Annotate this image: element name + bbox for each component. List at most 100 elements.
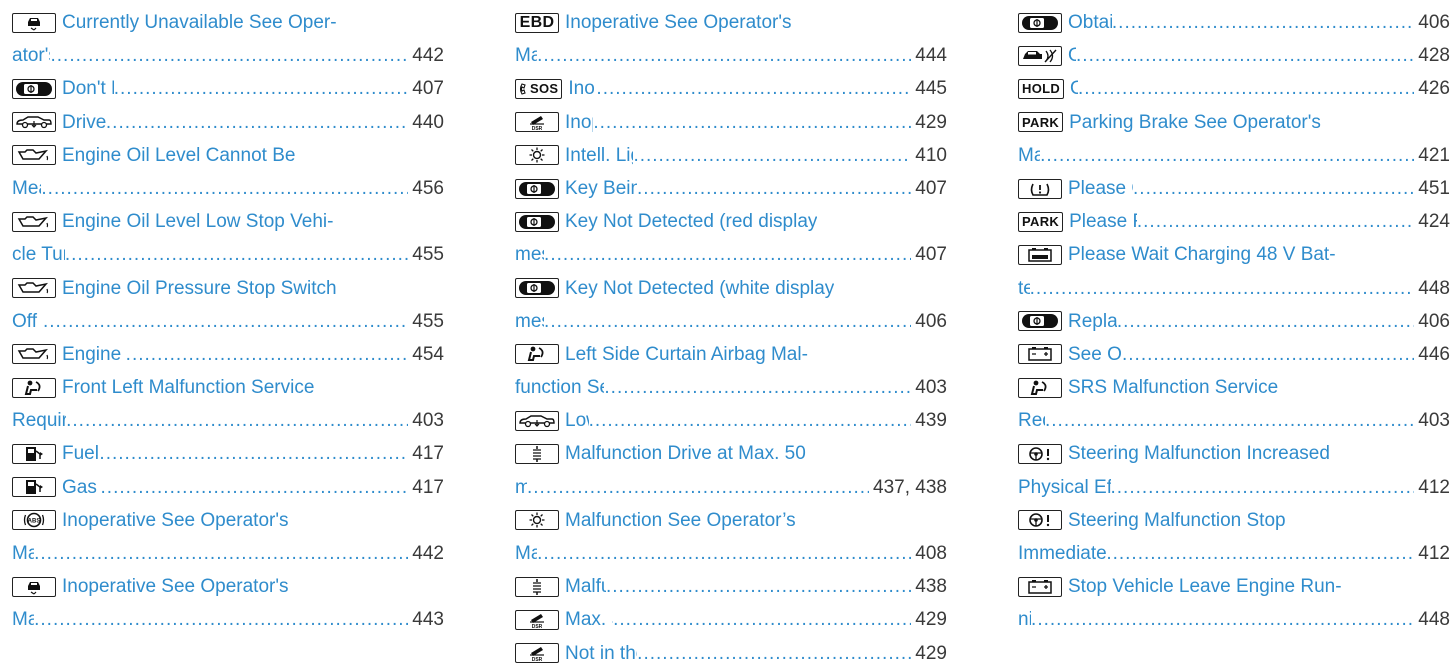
- index-entry-link[interactable]: Inoperative See Operator's: [565, 6, 791, 39]
- index-entry-link[interactable]: tery: [1018, 272, 1030, 305]
- dsr-icon: DSR: [515, 609, 559, 630]
- page-number[interactable]: 403: [911, 371, 947, 404]
- index-entry-link[interactable]: Manual: [12, 603, 34, 636]
- page-number[interactable]: 417: [408, 437, 444, 470]
- index-entry-link[interactable]: Key Not Detected (red display: [565, 205, 817, 238]
- index-entry-link[interactable]: Not in the Current Drive Program: [565, 637, 637, 670]
- index-entry-link[interactable]: Manual: [1018, 139, 1040, 172]
- page-number[interactable]: 454: [408, 338, 444, 371]
- index-entry-link[interactable]: Malfunction Stop: [565, 570, 606, 603]
- page-number[interactable]: 410: [911, 139, 947, 172]
- page-number[interactable]: 446: [1414, 338, 1450, 371]
- index-entry-link[interactable]: Off Engine: [12, 305, 43, 338]
- index-entry-link[interactable]: message): [515, 238, 544, 271]
- index-entry-link[interactable]: message): [515, 305, 544, 338]
- index-entry-link[interactable]: Manual: [515, 39, 537, 72]
- page-number[interactable]: 429: [911, 106, 947, 139]
- page-number[interactable]: 421: [1414, 139, 1450, 172]
- index-entry-link[interactable]: Engine Oil Level Cannot Be: [62, 139, 295, 172]
- page-number[interactable]: 456: [408, 172, 444, 205]
- page-number[interactable]: 428: [1414, 39, 1450, 72]
- index-entry-link[interactable]: Malfunction See Operator’s: [565, 504, 796, 537]
- page-number[interactable]: 412: [1414, 537, 1450, 570]
- index-entry-link[interactable]: Max. Speed 25 mph: [565, 603, 613, 636]
- index-entry-link[interactable]: Engine Oil Pressure Stop Switch: [62, 272, 337, 305]
- index-entry-link[interactable]: Inoperative See Operator's: [62, 504, 288, 537]
- index-entry-link[interactable]: Currently Unavailable See Oper-: [62, 6, 337, 39]
- page-number[interactable]: 448: [1414, 603, 1450, 636]
- page-number[interactable]: 440: [408, 106, 444, 139]
- page-number[interactable]: 429: [911, 603, 947, 636]
- index-entry-link[interactable]: Inoperative: [565, 106, 593, 139]
- page-number[interactable]: 442: [408, 537, 444, 570]
- page-number[interactable]: 407: [408, 72, 444, 105]
- page-number[interactable]: 417: [408, 471, 444, 504]
- index-entry-link[interactable]: Inoperative See Operator's: [62, 570, 288, 603]
- page-number[interactable]: 448: [1414, 272, 1450, 305]
- page-number[interactable]: 443: [408, 603, 444, 636]
- page-number[interactable]: 406: [911, 305, 947, 338]
- index-entry-link[interactable]: Required: [1018, 404, 1045, 437]
- page-number[interactable]: 451: [1414, 172, 1450, 205]
- page-number[interactable]: 403: [408, 404, 444, 437]
- index-entry-link[interactable]: Key Not Detected (white display: [565, 272, 834, 305]
- index-entry-link[interactable]: Measured: [12, 172, 41, 205]
- index-entry-link[interactable]: Lowering: [565, 404, 589, 437]
- page-number[interactable]: 406: [1414, 6, 1450, 39]
- page-number[interactable]: 426: [1414, 72, 1450, 105]
- index-entry-link[interactable]: Fuel Level Low: [62, 437, 99, 470]
- page-number[interactable]: 408: [911, 537, 947, 570]
- page-number[interactable]: 412: [1414, 471, 1450, 504]
- index-entry-link[interactable]: Malfunction Drive at Max. 50: [565, 437, 806, 470]
- index-entry-link[interactable]: Inoperative: [568, 72, 596, 105]
- index-entry-link[interactable]: See Operator's Manual: [1068, 338, 1122, 371]
- index-entry-link[interactable]: Don't Forget Your Key: [62, 72, 114, 105]
- page-number[interactable]: 442: [408, 39, 444, 72]
- index-entry-link[interactable]: Engine Oil Level Low Stop Vehi-: [62, 205, 333, 238]
- page-number[interactable]: 438: [911, 570, 947, 603]
- index-entry-link[interactable]: Manual: [12, 537, 34, 570]
- index-entry-link[interactable]: Required (example): [12, 404, 66, 437]
- index-entry-link[interactable]: Immediately See Operator's Manual: [1018, 537, 1106, 570]
- index-entry-link[interactable]: SRS Malfunction Service: [1068, 371, 1278, 404]
- page-number[interactable]: 403: [1414, 404, 1450, 437]
- index-entry-link[interactable]: Drive More Slowly: [62, 106, 106, 139]
- page-number[interactable]: 407: [911, 238, 947, 271]
- index-entry-link[interactable]: Physical Effort See Operator's Manual: [1018, 471, 1111, 504]
- page-number[interactable]: 444: [911, 39, 947, 72]
- index-entry-link[interactable]: mph: [515, 471, 527, 504]
- index-entry-link[interactable]: Manual: [515, 537, 537, 570]
- index-entry-link[interactable]: Key Being Initialized Please Wait: [565, 172, 637, 205]
- index-entry-link[interactable]: Steering Malfunction Increased: [1068, 437, 1330, 470]
- index-entry-link[interactable]: Off: [1068, 39, 1076, 72]
- index-entry-link[interactable]: Stop Vehicle Leave Engine Run-: [1068, 570, 1342, 603]
- index-entry-link[interactable]: Please Correct Tire Pressure: [1068, 172, 1133, 205]
- index-entry-link[interactable]: Intell. Light System Inoperative: [565, 139, 633, 172]
- index-entry-link[interactable]: Please Release Parking Brake: [1069, 205, 1137, 238]
- index-entry-link[interactable]: Parking Brake See Operator's: [1069, 106, 1321, 139]
- index-entry-link[interactable]: Replace Key Battery: [1068, 305, 1117, 338]
- page-number[interactable]: 406: [1414, 305, 1450, 338]
- index-entry-link[interactable]: function Service Required (example): [515, 371, 604, 404]
- page-number[interactable]: 455: [408, 238, 444, 271]
- page-number[interactable]: 437, 438: [869, 471, 947, 504]
- index-entry-link[interactable]: Steering Malfunction Stop: [1068, 504, 1286, 537]
- page-number[interactable]: 429: [911, 637, 947, 670]
- index-entry-link[interactable]: Obtain a New Key: [1068, 6, 1112, 39]
- page-number[interactable]: 445: [911, 72, 947, 105]
- index-entry-link[interactable]: ator's Manual: [12, 39, 50, 72]
- index-entry-link[interactable]: cle Turn Engine Off: [12, 238, 65, 271]
- index-entry-link[interactable]: Please Wait Charging 48 V Bat-: [1068, 238, 1336, 271]
- index-entry-link[interactable]: Left Side Curtain Airbag Mal-: [565, 338, 808, 371]
- page-number[interactable]: 407: [911, 172, 947, 205]
- index-entry-link[interactable]: Engine Oil Reduce Oil Level: [62, 338, 126, 371]
- index-entry-link[interactable]: Gas Cap Loose: [62, 471, 101, 504]
- index-entry-link[interactable]: ning: [1018, 603, 1031, 636]
- index-entry-link[interactable]: Off: [1070, 72, 1078, 105]
- page-number[interactable]: 424: [1414, 205, 1450, 238]
- page-number[interactable]: 439: [911, 404, 947, 437]
- page-number[interactable]: 455: [408, 305, 444, 338]
- park-icon: PARK: [1018, 112, 1064, 133]
- index-entry-link[interactable]: Front Left Malfunction Service: [62, 371, 314, 404]
- light-icon: [515, 145, 559, 166]
